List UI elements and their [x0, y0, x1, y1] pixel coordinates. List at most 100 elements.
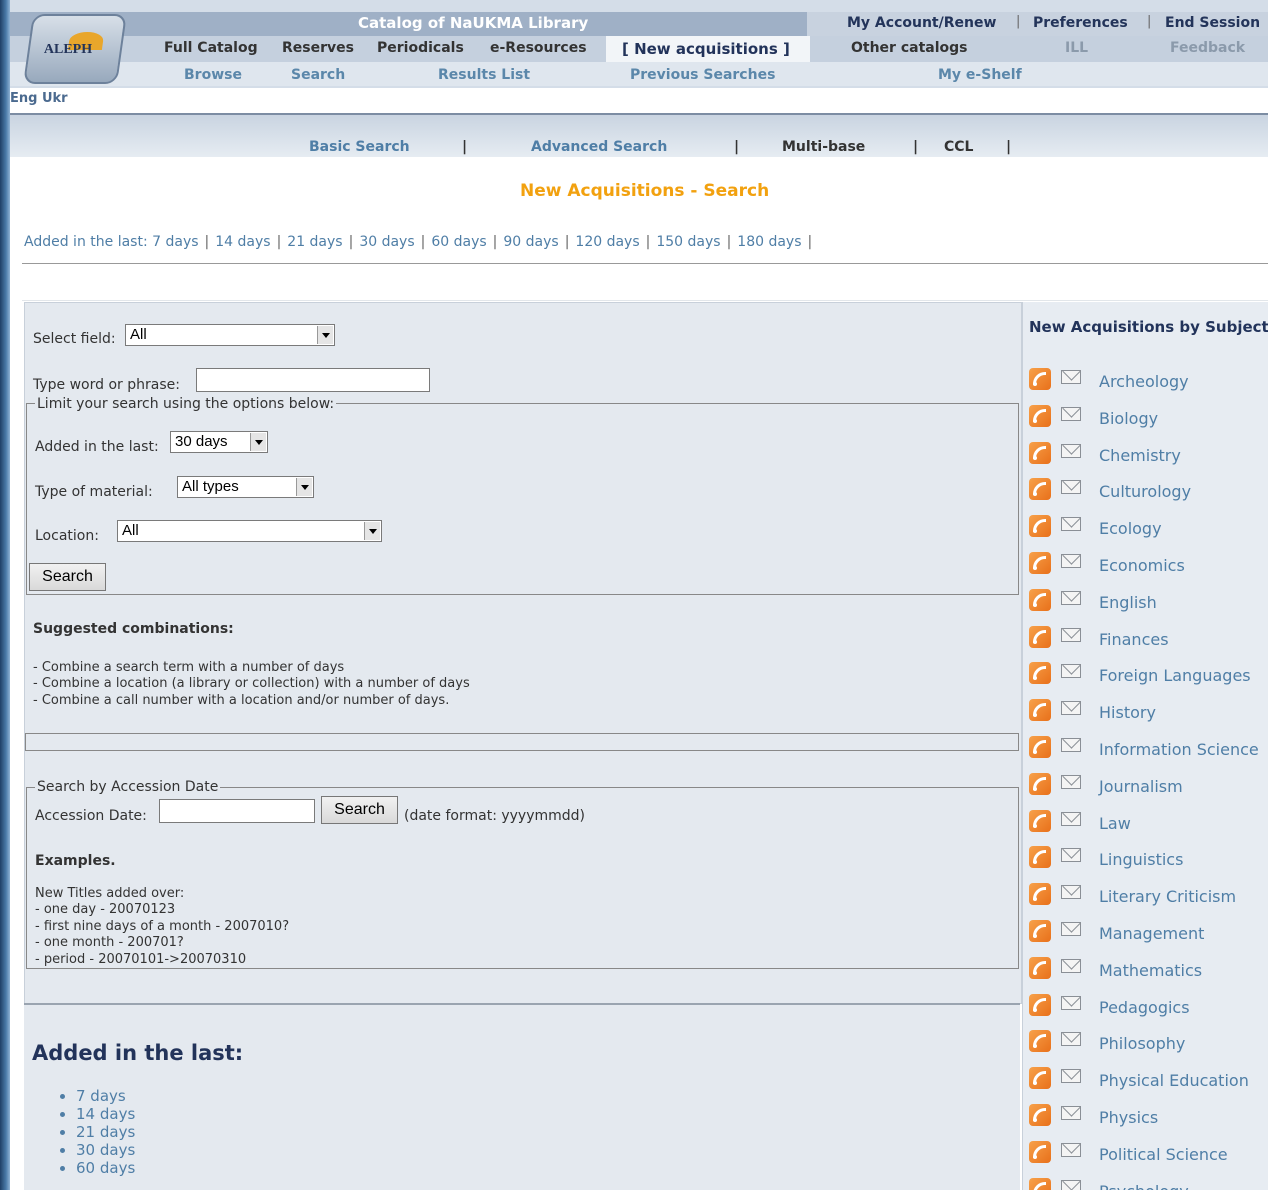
subject-link[interactable]: Linguistics	[1099, 850, 1183, 869]
rss-feed-icon[interactable]	[1029, 772, 1051, 795]
subject-link[interactable]: Management	[1099, 924, 1204, 943]
subject-link[interactable]: Physical Education	[1099, 1071, 1249, 1090]
nav-reserves[interactable]: Reserves	[282, 40, 354, 56]
rss-feed-icon[interactable]	[1029, 846, 1051, 869]
subject-link[interactable]: Finances	[1099, 630, 1169, 649]
nav-other-catalogs[interactable]: Other catalogs	[851, 40, 968, 56]
select-field-dropdown[interactable]: All	[125, 324, 335, 346]
rss-feed-icon[interactable]	[1029, 441, 1051, 464]
rss-feed-icon[interactable]	[1029, 920, 1051, 942]
ccl-link[interactable]: CCL	[944, 139, 973, 155]
subject-link[interactable]: English	[1099, 593, 1157, 612]
subject-link[interactable]: History	[1099, 703, 1156, 722]
days-link-90[interactable]: 90 days	[503, 234, 558, 250]
search-button[interactable]: Search	[29, 563, 106, 591]
advanced-search-link[interactable]: Advanced Search	[531, 139, 667, 155]
list-item-21-days[interactable]: 21 days	[76, 1123, 135, 1141]
type-phrase-input[interactable]	[196, 368, 430, 392]
email-alert-icon[interactable]	[1061, 774, 1081, 789]
subject-link[interactable]: Information Science	[1099, 740, 1259, 759]
email-alert-icon[interactable]	[1061, 554, 1081, 568]
email-alert-icon[interactable]	[1061, 1179, 1081, 1190]
subject-link[interactable]: Chemistry	[1099, 446, 1181, 465]
rss-feed-icon[interactable]	[1029, 588, 1051, 611]
rss-feed-icon[interactable]	[1029, 993, 1051, 1016]
subject-link[interactable]: Biology	[1099, 409, 1158, 428]
email-alert-icon[interactable]	[1061, 701, 1081, 716]
added-last-dropdown[interactable]: 30 days	[170, 431, 268, 453]
basic-search-link[interactable]: Basic Search	[309, 139, 410, 155]
nav-ill[interactable]: ILL	[1065, 40, 1088, 56]
days-link-7[interactable]: 7 days	[152, 234, 198, 250]
email-alert-icon[interactable]	[1061, 664, 1081, 679]
end-session-link[interactable]: End Session	[1165, 15, 1260, 31]
nav-previous-searches[interactable]: Previous Searches	[630, 67, 775, 83]
email-alert-icon[interactable]	[1061, 406, 1081, 421]
rss-feed-icon[interactable]	[1029, 515, 1051, 538]
rss-feed-icon[interactable]	[1029, 699, 1051, 722]
nav-browse[interactable]: Browse	[184, 67, 242, 83]
rss-feed-icon[interactable]	[1029, 1140, 1051, 1163]
accession-date-input[interactable]	[159, 799, 315, 823]
subject-link[interactable]: Culturology	[1099, 482, 1191, 501]
nav-full-catalog[interactable]: Full Catalog	[164, 40, 258, 56]
nav-results-list[interactable]: Results List	[438, 67, 530, 83]
nav-e-resources[interactable]: e-Resources	[490, 40, 587, 56]
subject-link[interactable]: Pedagogics	[1099, 998, 1190, 1017]
subject-link[interactable]: Journalism	[1099, 777, 1183, 796]
list-item-30-days[interactable]: 30 days	[76, 1141, 135, 1159]
days-link-180[interactable]: 180 days	[737, 234, 801, 250]
email-alert-icon[interactable]	[1061, 995, 1081, 1010]
subject-link[interactable]: Economics	[1099, 556, 1185, 575]
rss-feed-icon[interactable]	[1029, 1177, 1051, 1190]
my-account-link[interactable]: My Account/Renew	[847, 15, 996, 31]
subject-link[interactable]: Archeology	[1099, 372, 1189, 391]
rss-feed-icon[interactable]	[1029, 1067, 1051, 1090]
email-alert-icon[interactable]	[1061, 590, 1081, 605]
nav-feedback[interactable]: Feedback	[1170, 40, 1245, 56]
nav-new-acquisitions[interactable]: [ New acquisitions ]	[622, 40, 790, 58]
subject-link[interactable]: Ecology	[1099, 519, 1162, 538]
email-alert-icon[interactable]	[1061, 922, 1081, 936]
rss-feed-icon[interactable]	[1029, 1030, 1051, 1053]
email-alert-icon[interactable]	[1061, 738, 1081, 752]
email-alert-icon[interactable]	[1061, 1032, 1081, 1047]
rss-feed-icon[interactable]	[1029, 368, 1051, 390]
subject-link[interactable]: Foreign Languages	[1099, 666, 1251, 685]
rss-feed-icon[interactable]	[1029, 662, 1051, 685]
email-alert-icon[interactable]	[1061, 1142, 1081, 1157]
email-alert-icon[interactable]	[1061, 885, 1081, 900]
subject-link[interactable]: Philosophy	[1099, 1034, 1185, 1053]
list-item-60-days[interactable]: 60 days	[76, 1159, 135, 1177]
email-alert-icon[interactable]	[1061, 1069, 1081, 1084]
days-link-120[interactable]: 120 days	[575, 234, 639, 250]
type-material-dropdown[interactable]: All types	[177, 476, 314, 498]
email-alert-icon[interactable]	[1061, 1106, 1081, 1120]
email-alert-icon[interactable]	[1061, 627, 1081, 642]
rss-feed-icon[interactable]	[1029, 478, 1051, 501]
subject-link[interactable]: Physics	[1099, 1108, 1158, 1127]
email-alert-icon[interactable]	[1061, 370, 1081, 384]
days-link-21[interactable]: 21 days	[287, 234, 342, 250]
list-item-14-days[interactable]: 14 days	[76, 1105, 135, 1123]
rss-feed-icon[interactable]	[1029, 625, 1051, 648]
days-link-60[interactable]: 60 days	[431, 234, 486, 250]
rss-feed-icon[interactable]	[1029, 883, 1051, 906]
subject-link[interactable]: Mathematics	[1099, 961, 1202, 980]
subject-link[interactable]: Political Science	[1099, 1145, 1228, 1164]
accession-search-button[interactable]: Search	[321, 796, 398, 824]
rss-feed-icon[interactable]	[1029, 404, 1051, 427]
subject-link[interactable]: Literary Criticism	[1099, 887, 1236, 906]
language-switch[interactable]: Eng Ukr	[10, 91, 68, 106]
days-link-150[interactable]: 150 days	[656, 234, 720, 250]
email-alert-icon[interactable]	[1061, 958, 1081, 973]
multi-base-link[interactable]: Multi-base	[782, 139, 865, 155]
subject-link[interactable]: Psychology	[1099, 1182, 1189, 1190]
email-alert-icon[interactable]	[1061, 811, 1081, 826]
rss-feed-icon[interactable]	[1029, 809, 1051, 832]
email-alert-icon[interactable]	[1061, 443, 1081, 458]
nav-periodicals[interactable]: Periodicals	[377, 40, 464, 56]
nav-my-e-shelf[interactable]: My e-Shelf	[938, 67, 1022, 83]
email-alert-icon[interactable]	[1061, 480, 1081, 495]
rss-feed-icon[interactable]	[1029, 1104, 1051, 1126]
